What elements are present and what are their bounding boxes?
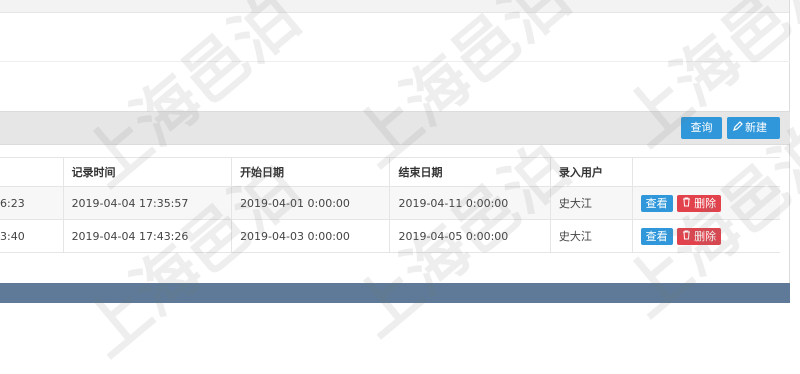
delete-label: 删除 <box>694 196 717 210</box>
trash-icon <box>682 230 691 243</box>
view-button[interactable]: 查看 <box>640 194 673 212</box>
bottom-strip <box>0 303 790 316</box>
scrollbar-track[interactable] <box>789 0 800 316</box>
cell-actions: 查看 删除 <box>632 186 780 220</box>
column-header-actions <box>632 157 780 187</box>
records-table: 记录时间 开始日期 结束日期 录入用户 6:23 2019-04-04 17:3… <box>0 157 780 253</box>
footer-bar <box>0 283 790 303</box>
column-header-record-time: 记录时间 <box>63 157 233 187</box>
cell-record-time: 2019-04-04 17:43:26 <box>63 219 233 253</box>
cell-end-date: 2019-04-05 0:00:00 <box>389 219 551 253</box>
delete-button[interactable]: 删除 <box>676 227 722 245</box>
new-button[interactable]: 新建 <box>727 117 780 139</box>
cell-end-date: 2019-04-11 0:00:00 <box>389 186 551 220</box>
cell-actions: 查看 删除 <box>632 219 780 253</box>
cell-user: 史大江 <box>550 186 633 220</box>
cell-start-date: 2019-04-03 0:00:00 <box>231 219 391 253</box>
watermark: 上海邑泊 <box>339 0 584 182</box>
query-button[interactable]: 查询 <box>681 117 722 139</box>
trash-icon <box>682 197 691 210</box>
column-header-start-date: 开始日期 <box>231 157 391 187</box>
top-strip <box>0 0 790 13</box>
table-row: 3:40 2019-04-04 17:43:26 2019-04-03 0:00… <box>0 219 780 253</box>
new-button-label: 新建 <box>745 121 767 134</box>
pencil-icon <box>733 117 745 139</box>
table-row: 6:23 2019-04-04 17:35:57 2019-04-01 0:00… <box>0 186 780 220</box>
grid-toolbar: 查询 新建 <box>0 111 790 145</box>
delete-button[interactable]: 删除 <box>676 194 722 212</box>
column-header-user: 录入用户 <box>550 157 633 187</box>
cell-record-time: 2019-04-04 17:35:57 <box>63 186 233 220</box>
cell-time-partial: 3:40 <box>0 219 64 253</box>
cell-user: 史大江 <box>550 219 633 253</box>
cell-time-partial: 6:23 <box>0 186 64 220</box>
table-header-row: 记录时间 开始日期 结束日期 录入用户 <box>0 157 780 187</box>
delete-label: 删除 <box>694 229 717 243</box>
column-header-0 <box>0 157 64 187</box>
column-header-end-date: 结束日期 <box>389 157 551 187</box>
cell-start-date: 2019-04-01 0:00:00 <box>231 186 391 220</box>
view-button[interactable]: 查看 <box>640 227 673 245</box>
section-divider <box>0 61 790 62</box>
